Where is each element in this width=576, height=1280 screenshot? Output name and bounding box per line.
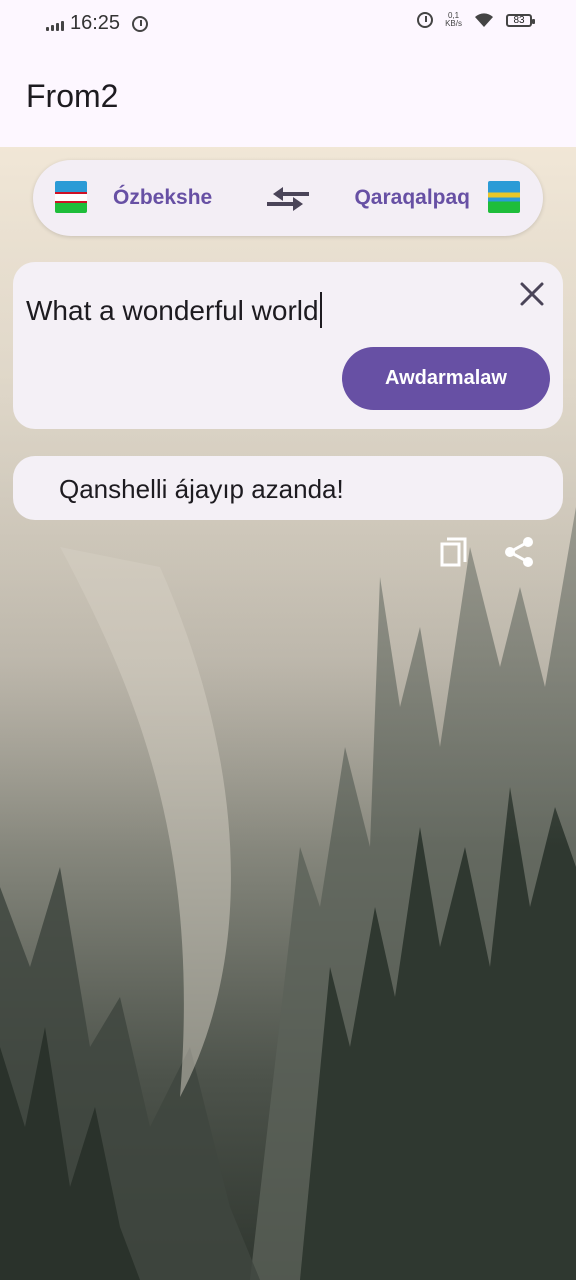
input-card: What a wonderful world Awdarmalaw — [13, 262, 563, 429]
wifi-icon — [475, 13, 493, 27]
app-title: From2 — [26, 78, 119, 114]
close-icon[interactable] — [519, 281, 545, 307]
result-card: Qanshelli ájayıp azanda! — [13, 456, 563, 520]
karakalpakstan-flag-icon[interactable] — [488, 181, 520, 213]
text-caret — [319, 292, 322, 328]
source-text-input[interactable]: What a wonderful world — [26, 292, 322, 328]
swap-arrows-icon[interactable] — [265, 184, 311, 214]
battery-icon: 83 — [506, 13, 535, 27]
network-speed-unit: KB/s — [445, 19, 462, 28]
uzbekistan-flag-icon[interactable] — [55, 181, 87, 213]
source-language-button[interactable]: Ózbekshe — [113, 186, 212, 210]
translation-result: Qanshelli ájayıp azanda! — [59, 474, 344, 504]
share-icon[interactable] — [503, 536, 535, 568]
alarm-icon — [417, 12, 434, 28]
network-speed: 0,1 KB/s — [445, 12, 462, 28]
translate-button[interactable]: Awdarmalaw — [342, 347, 550, 410]
language-selector: Ózbekshe Qaraqalpaq — [33, 160, 543, 236]
status-bar: 16:25 0,1 KB/s 83 — [0, 0, 576, 46]
signal-icon — [46, 17, 64, 31]
source-text-value: What a wonderful world — [26, 295, 319, 326]
alarm-icon — [132, 15, 149, 32]
target-language-button[interactable]: Qaraqalpaq — [354, 186, 470, 210]
status-time: 16:25 — [70, 12, 121, 34]
copy-icon[interactable] — [439, 536, 469, 568]
status-left: 16:25 — [46, 12, 149, 35]
app-bar: From2 — [0, 46, 576, 147]
status-right: 0,1 KB/s 83 — [411, 12, 535, 28]
battery-level: 83 — [513, 14, 525, 26]
